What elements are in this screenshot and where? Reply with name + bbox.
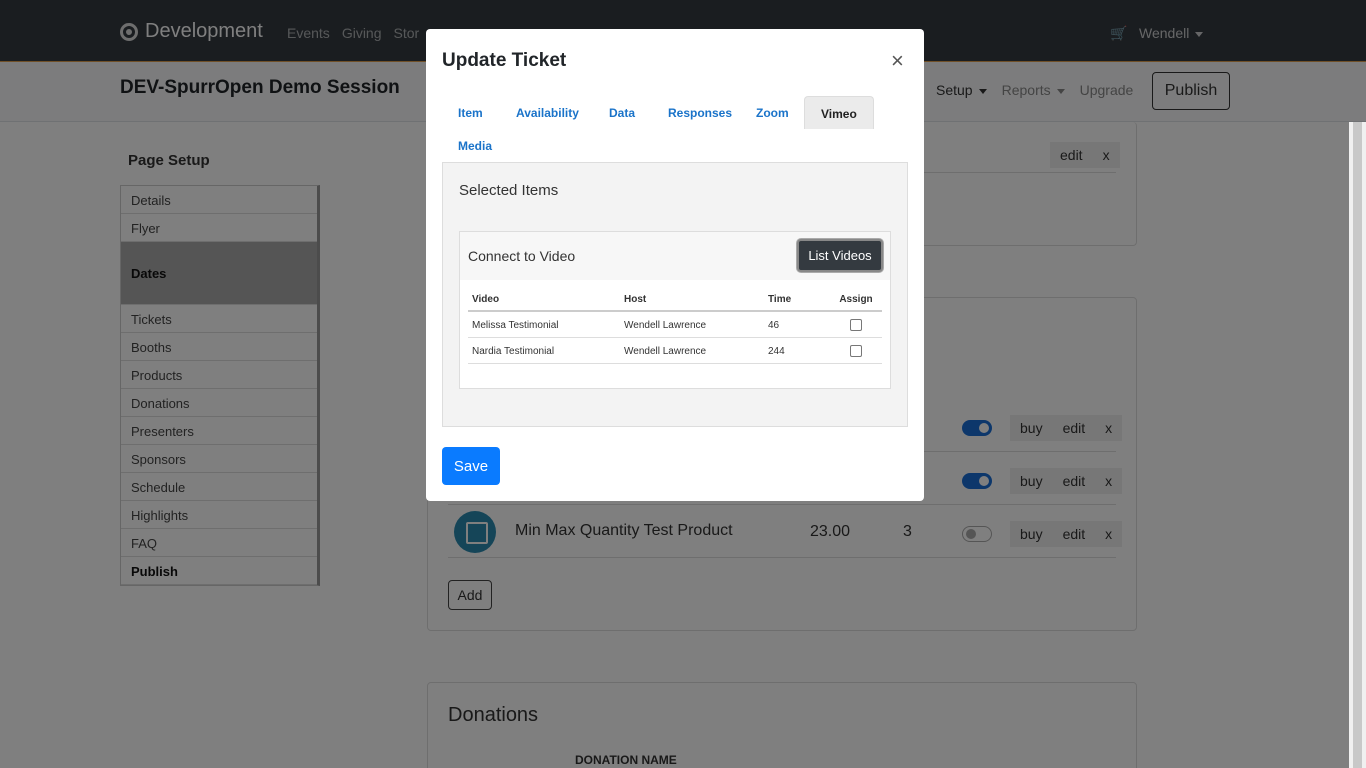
tab-media[interactable]: Media — [442, 129, 508, 162]
video-host: Wendell Lawrence — [620, 311, 764, 338]
video-title: Melissa Testimonial — [468, 311, 620, 338]
update-ticket-modal: Update Ticket × Item Availability Data R… — [426, 29, 924, 501]
save-button[interactable]: Save — [442, 447, 500, 485]
modal-title: Update Ticket — [442, 50, 567, 71]
close-icon[interactable]: × — [891, 50, 904, 72]
video-card-header: Connect to Video List Videos — [460, 232, 890, 280]
tab-responses[interactable]: Responses — [652, 96, 748, 129]
list-videos-button[interactable]: List Videos — [797, 239, 883, 272]
header-assign: Assign — [830, 288, 882, 312]
videos-table: Video Host Time Assign Melissa Testimoni… — [468, 288, 882, 364]
header-video: Video — [468, 288, 620, 312]
panel-title: Selected Items — [459, 182, 559, 199]
tab-availability[interactable]: Availability — [500, 96, 595, 129]
video-time: 244 — [764, 337, 830, 364]
page-scrollbar[interactable] — [1349, 122, 1366, 768]
tab-item[interactable]: Item — [442, 96, 499, 129]
video-title: Nardia Testimonial — [468, 337, 620, 364]
assign-checkbox[interactable] — [850, 345, 862, 357]
connect-label: Connect to Video — [468, 248, 576, 264]
header-host: Host — [620, 288, 764, 312]
table-row: Melissa Testimonial Wendell Lawrence 46 — [468, 311, 882, 338]
video-host: Wendell Lawrence — [620, 337, 764, 364]
table-header-row: Video Host Time Assign — [468, 288, 882, 312]
tab-data[interactable]: Data — [593, 96, 651, 129]
vimeo-panel: Selected Items Connect to Video List Vid… — [442, 162, 908, 427]
assign-checkbox[interactable] — [850, 319, 862, 331]
tab-zoom[interactable]: Zoom — [740, 96, 805, 129]
tab-vimeo[interactable]: Vimeo — [804, 96, 874, 129]
header-time: Time — [764, 288, 830, 312]
table-row: Nardia Testimonial Wendell Lawrence 244 — [468, 337, 882, 364]
video-connect-card: Connect to Video List Videos Video Host … — [459, 231, 891, 389]
video-time: 46 — [764, 311, 830, 338]
ticket-tabs: Item Availability Data Responses Zoom Vi… — [442, 96, 908, 162]
